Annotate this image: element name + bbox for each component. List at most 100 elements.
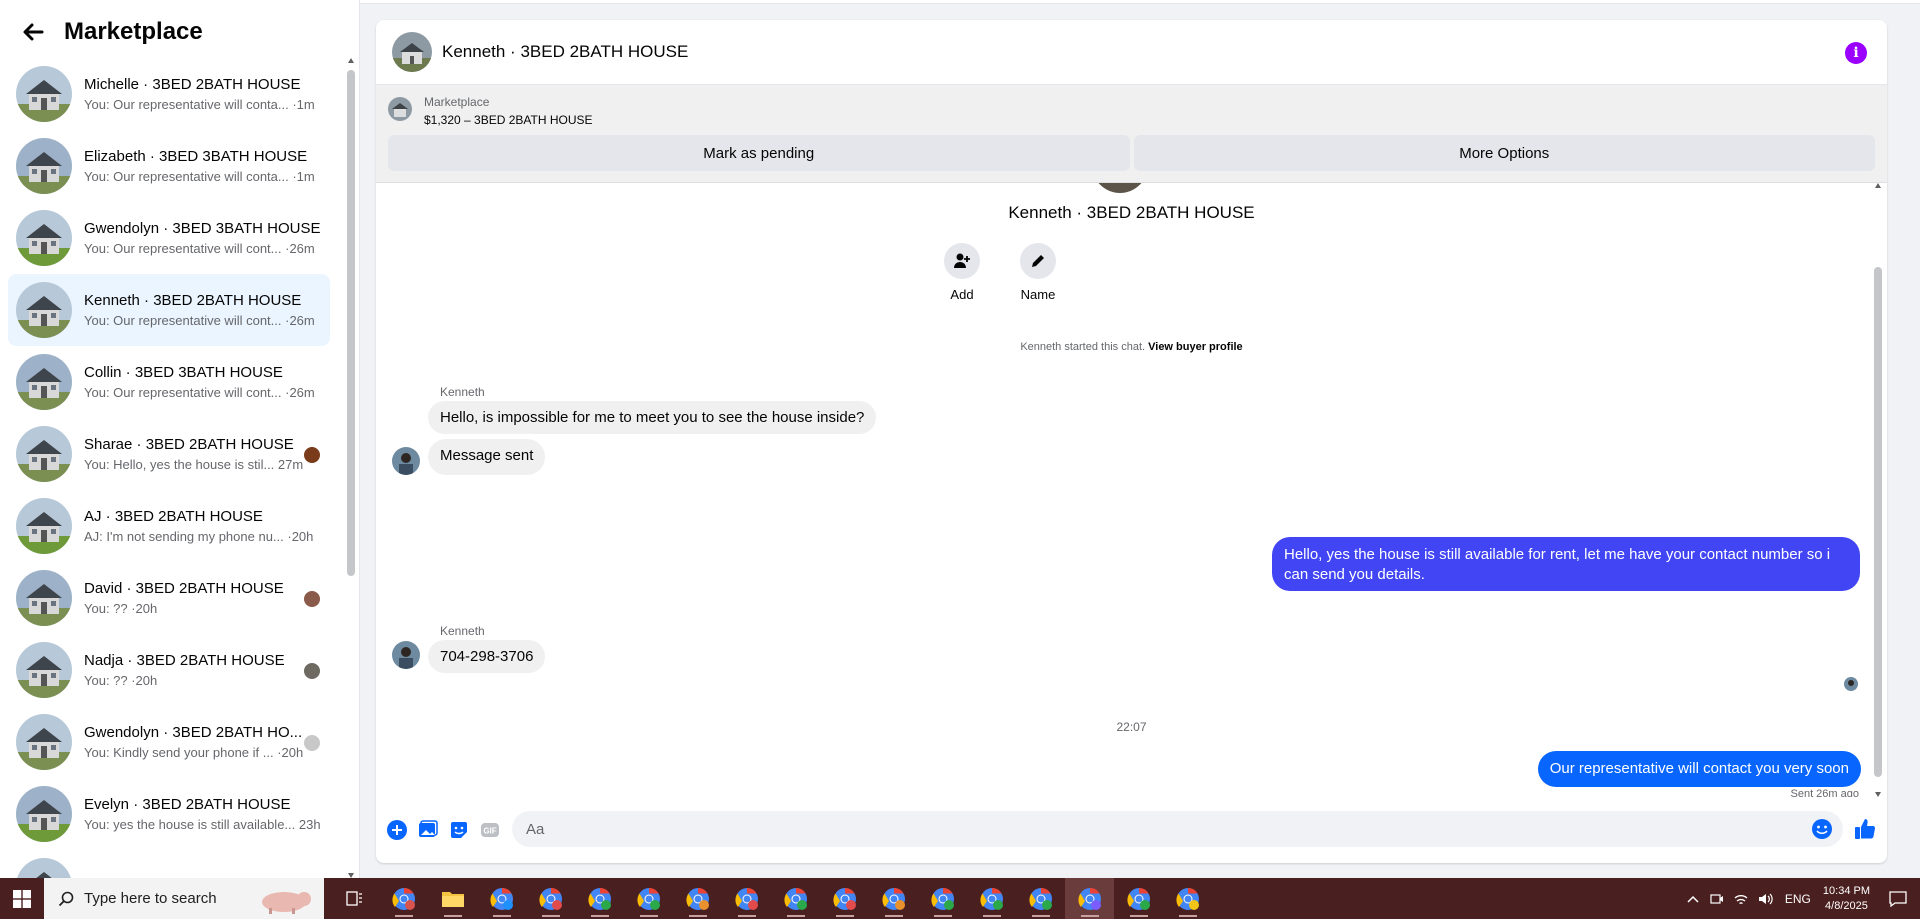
chrome-icon[interactable] <box>1016 878 1065 919</box>
page-title: Marketplace <box>64 18 203 45</box>
conversation-item[interactable]: AJ · 3BED 2BATH HOUSE AJ: I'm not sending… <box>8 490 330 562</box>
sticker-icon[interactable] <box>448 819 470 841</box>
pencil-icon[interactable] <box>1020 243 1056 279</box>
conversation-item[interactable]: Sol · 3BED 2BATH HOUSE <box>8 850 330 878</box>
more-options-button[interactable]: More Options <box>1133 135 1875 171</box>
clock[interactable]: 10:34 PM 4/8/2025 <box>1823 884 1870 914</box>
app-icon[interactable] <box>379 878 428 919</box>
chat-title[interactable]: Kenneth · 3BED 2BATH HOUSE <box>442 42 688 62</box>
scroll-up-arrow-icon[interactable] <box>1875 183 1881 188</box>
notification-icon[interactable] <box>1884 885 1912 913</box>
volume-icon[interactable] <box>1755 889 1775 909</box>
mark-as-pending-button[interactable]: Mark as pending <box>388 135 1130 171</box>
name-action: Name <box>1008 243 1068 302</box>
chrome-icon[interactable] <box>477 878 526 919</box>
meet-now-icon[interactable] <box>1707 889 1727 909</box>
avatar[interactable] <box>392 447 420 475</box>
avatar <box>16 786 72 842</box>
conversation-text: AJ · 3BED 2BATH HOUSE AJ: I'm not sending… <box>84 508 322 544</box>
listing-actions: Mark as pending More Options <box>388 135 1875 171</box>
taskbar-search[interactable]: Type here to search <box>44 878 324 919</box>
outgoing-message[interactable]: Our representative will contact you very… <box>1537 751 1861 787</box>
chevron-up-icon[interactable] <box>1683 889 1703 909</box>
chrome-icon[interactable] <box>869 878 918 919</box>
conversation-text: Michelle · 3BED 2BATH HOUSE You: Our repr… <box>84 76 322 112</box>
outgoing-message[interactable]: Hello, yes the house is still available … <box>1272 537 1860 591</box>
add-person-icon[interactable] <box>944 243 980 279</box>
conversation-preview: You: ?? ·20h <box>84 601 158 616</box>
conversation-item[interactable]: Michelle · 3BED 2BATH HOUSE You: Our repr… <box>8 58 330 130</box>
message-input[interactable] <box>512 819 1811 839</box>
conversation-item[interactable]: Gwendolyn · 3BED 3BATH HOUSE You: Our rep… <box>8 202 330 274</box>
photo-icon[interactable] <box>417 819 439 841</box>
scroll-up-arrow-icon[interactable] <box>348 58 354 63</box>
conversation-item[interactable]: David · 3BED 2BATH HOUSE You: ?? ·20h <box>8 562 330 634</box>
sidebar-scrollbar[interactable] <box>346 58 356 878</box>
file-explorer-icon[interactable] <box>428 878 477 919</box>
conversation-item[interactable]: Collin · 3BED 3BATH HOUSE You: Our repres… <box>8 346 330 418</box>
thread-scrollbar[interactable] <box>1873 183 1883 797</box>
avatar <box>16 570 72 626</box>
conversation-preview: You: Our representative will conta... ·1… <box>84 97 315 112</box>
conversation-name: Gwendolyn · 3BED 2BATH HO... <box>84 724 303 741</box>
task-view-icon[interactable] <box>330 878 379 919</box>
thumbs-up-icon[interactable] <box>1853 817 1877 841</box>
chrome-icon[interactable] <box>1114 878 1163 919</box>
chrome-icon[interactable] <box>1065 878 1114 919</box>
conversation-item[interactable]: Kenneth · 3BED 2BATH HOUSE You: Our repre… <box>8 274 330 346</box>
clock-date: 4/8/2025 <box>1825 899 1868 912</box>
conversation-item[interactable]: Evelyn · 3BED 2BATH HOUSE You: yes the ho… <box>8 778 330 850</box>
chrome-icon[interactable] <box>575 878 624 919</box>
chrome-icon[interactable] <box>820 878 869 919</box>
conversation-name: Nadja · 3BED 2BATH HOUSE <box>84 652 285 669</box>
chat-header: Kenneth · 3BED 2BATH HOUSE i <box>376 20 1887 85</box>
listing-banner: Marketplace $1,320 – 3BED 2BATH HOUSE Ma… <box>376 85 1887 183</box>
chrome-icon[interactable] <box>624 878 673 919</box>
wifi-icon[interactable] <box>1731 889 1751 909</box>
conversation-item[interactable]: Gwendolyn · 3BED 2BATH HO... You: Kindly … <box>8 706 330 778</box>
avatar <box>16 498 72 554</box>
avatar[interactable] <box>392 32 432 72</box>
conversation-text: Kenneth · 3BED 2BATH HOUSE You: Our repre… <box>84 292 322 328</box>
avatar <box>16 66 72 122</box>
conversation-name: Sharae · 3BED 2BATH HOUSE <box>84 436 294 453</box>
message-composer: GIF <box>376 797 1887 863</box>
svg-text:GIF: GIF <box>483 827 496 836</box>
conversation-preview: You: Hello, yes the house is stil... 27m <box>84 457 304 472</box>
view-buyer-profile-link[interactable]: View buyer profile <box>1148 341 1243 353</box>
windows-start-icon[interactable] <box>0 878 44 919</box>
info-icon[interactable]: i <box>1845 42 1867 64</box>
avatar <box>16 138 72 194</box>
conversation-text: Gwendolyn · 3BED 2BATH HO... You: Kindly … <box>84 724 322 760</box>
language-indicator[interactable]: ENG <box>1785 892 1811 906</box>
chrome-icon[interactable] <box>673 878 722 919</box>
listing-thumbnail[interactable] <box>388 97 412 121</box>
conversation-text: Sharae · 3BED 2BATH HOUSE You: Hello, yes… <box>84 436 322 472</box>
avatar <box>16 642 72 698</box>
chrome-icon[interactable] <box>771 878 820 919</box>
conversation-item[interactable]: Sharae · 3BED 2BATH HOUSE You: Hello, yes… <box>8 418 330 490</box>
profile-name: Kenneth · 3BED 2BATH HOUSE <box>1008 203 1255 222</box>
conversation-item[interactable]: Nadja · 3BED 2BATH HOUSE You: ?? ·20h <box>8 634 330 706</box>
incoming-message[interactable]: 704-298-3706 <box>428 640 546 673</box>
emoji-icon[interactable] <box>1811 818 1833 840</box>
conversation-item[interactable]: Elizabeth · 3BED 3BATH HOUSE You: Our rep… <box>8 130 330 202</box>
conversation-text: Elizabeth · 3BED 3BATH HOUSE You: Our rep… <box>84 148 322 184</box>
chrome-icon[interactable] <box>526 878 575 919</box>
chrome-icon[interactable] <box>918 878 967 919</box>
windows-taskbar: Type here to search ENG 10:34 PM 4/8/202… <box>0 878 1920 919</box>
plus-icon[interactable] <box>386 819 408 841</box>
scrollbar-thumb[interactable] <box>1874 267 1882 777</box>
incoming-message[interactable]: Message sent <box>428 439 546 475</box>
scrollbar-thumb[interactable] <box>347 70 355 576</box>
chrome-icon[interactable] <box>1163 878 1212 919</box>
chrome-icon[interactable] <box>722 878 771 919</box>
back-arrow-icon[interactable] <box>20 19 46 45</box>
avatar[interactable] <box>392 641 420 669</box>
chrome-icon[interactable] <box>967 878 1016 919</box>
gif-icon[interactable]: GIF <box>479 819 501 841</box>
incoming-message[interactable]: Hello, is impossible for me to meet you … <box>428 401 877 434</box>
listing-price[interactable]: $1,320 – 3BED 2BATH HOUSE <box>424 113 593 127</box>
avatar <box>16 354 72 410</box>
chat-panel: Kenneth · 3BED 2BATH HOUSE i Marketplace… <box>376 20 1887 863</box>
